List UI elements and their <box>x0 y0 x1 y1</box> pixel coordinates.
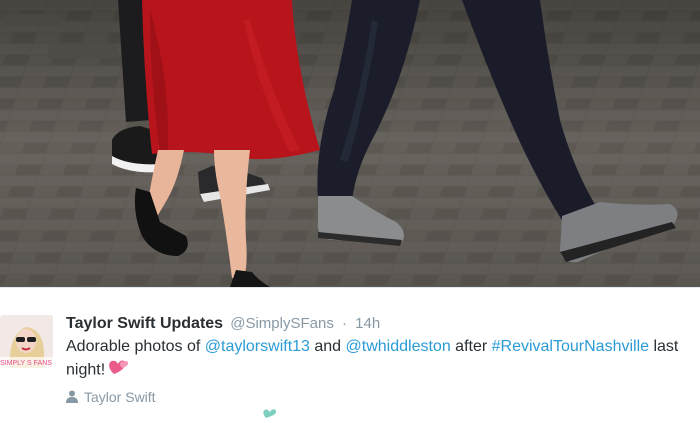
timestamp[interactable]: 14h <box>355 315 380 332</box>
two-hearts-icon <box>108 358 130 383</box>
avatar-image: SIMPLY S FANS <box>0 315 53 368</box>
heart-icon <box>262 405 278 423</box>
tweet-body: Taylor Swift Updates @SimplySFans · 14h … <box>66 314 690 407</box>
text-mid: and <box>309 338 346 355</box>
tweet-photo[interactable] <box>0 0 700 287</box>
tweet-context: Taylor Swift <box>66 388 690 407</box>
context-label[interactable]: Taylor Swift <box>84 389 156 405</box>
user-handle[interactable]: @SimplySFans <box>230 315 334 332</box>
text-prefix: Adorable photos of <box>66 338 205 355</box>
svg-text:SIMPLY S FANS: SIMPLY S FANS <box>0 360 52 367</box>
photo-illustration <box>0 0 700 287</box>
hashtag-revivaltournashville[interactable]: #RevivalTourNashville <box>492 338 649 355</box>
person-icon <box>66 389 78 407</box>
mention-taylorswift13[interactable]: @taylorswift13 <box>205 338 310 355</box>
tweet-card[interactable]: SIMPLY S FANS Taylor Swift Updates @Simp… <box>0 287 700 421</box>
avatar[interactable]: SIMPLY S FANS <box>0 315 53 368</box>
text-after: after <box>450 338 492 355</box>
display-name[interactable]: Taylor Swift Updates <box>66 315 223 332</box>
tweet-text: Adorable photos of @taylorswift13 and @t… <box>66 336 696 383</box>
mention-twhiddleston[interactable]: @twhiddleston <box>346 338 451 355</box>
separator-dot: · <box>342 315 347 332</box>
tweet-header: Taylor Swift Updates @SimplySFans · 14h <box>66 314 690 334</box>
